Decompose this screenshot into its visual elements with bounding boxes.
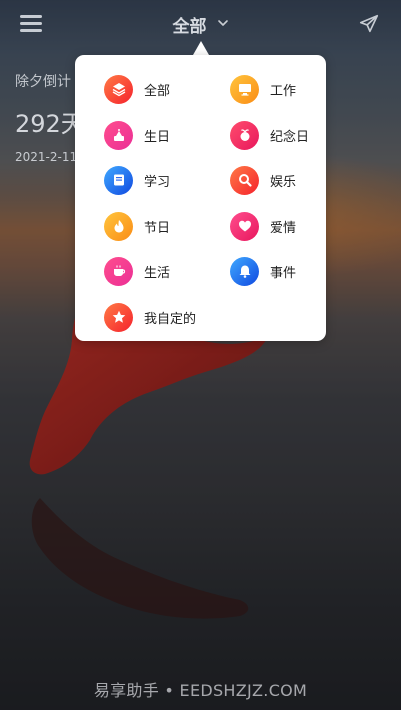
category-item[interactable]: 工作 [230, 74, 296, 104]
category-label: 生日 [144, 129, 171, 145]
category-item[interactable]: 娱乐 [230, 165, 296, 195]
category-item[interactable]: 学习 [104, 165, 170, 195]
category-item[interactable]: 全部 [104, 74, 170, 104]
category-label: 生活 [144, 265, 171, 281]
book-icon [104, 165, 133, 195]
chevron-down-icon [217, 19, 228, 26]
category-label: 工作 [270, 83, 297, 99]
watermark: 易享助手 • EEDSHZJZ.COM [93, 681, 308, 700]
category-item[interactable]: 我自定的 [104, 302, 196, 332]
monitor-icon [230, 74, 259, 104]
category-label: 爱情 [270, 220, 297, 236]
heart-icon [230, 211, 259, 241]
flame-icon [104, 211, 133, 241]
category-selector[interactable]: 全部 [0, 12, 401, 37]
category-item[interactable]: 节日 [104, 211, 170, 241]
event-title: 除夕倒计 [15, 74, 71, 90]
category-label: 学习 [144, 174, 171, 190]
popup-arrow [193, 41, 209, 55]
category-label: 事件 [270, 265, 297, 281]
gift-icon [230, 120, 259, 150]
cup-icon [104, 256, 133, 286]
bell-icon [230, 256, 259, 286]
category-item[interactable]: 爱情 [230, 211, 296, 241]
category-label: 全部 [144, 83, 171, 99]
category-item[interactable]: 生日 [104, 120, 170, 150]
search-icon [230, 165, 259, 195]
category-label: 娱乐 [270, 174, 297, 190]
send-icon[interactable] [358, 13, 380, 35]
category-popup: 全部 工作生日 纪念日学习 娱乐节日 爱情生活 事件我自定的 [75, 55, 326, 341]
category-item[interactable]: 事件 [230, 256, 296, 286]
event-date: 2021-2-11 [15, 150, 78, 164]
category-item[interactable]: 纪念日 [230, 120, 309, 150]
category-label: 纪念日 [270, 129, 310, 145]
layers-icon [104, 74, 133, 104]
page-title: 全部 [172, 17, 207, 37]
star-icon [104, 302, 133, 332]
category-label: 节日 [144, 220, 171, 236]
category-label: 我自定的 [144, 311, 197, 327]
category-item[interactable]: 生活 [104, 256, 170, 286]
cake-icon [104, 120, 133, 150]
